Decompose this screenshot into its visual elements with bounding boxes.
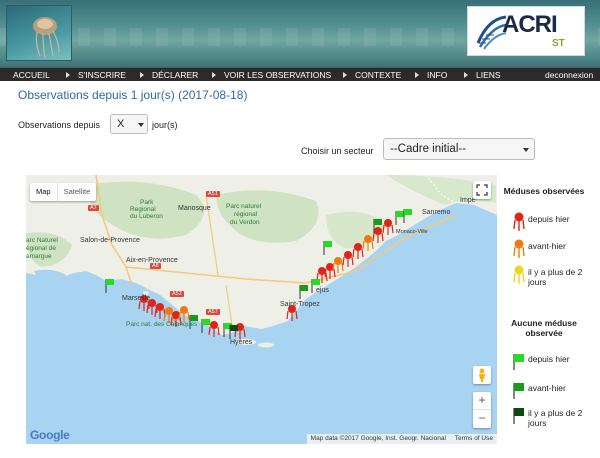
map-data-credit: Map data ©2017 Google, Inst. Geogr. Naci… xyxy=(310,435,446,442)
map-label-regional: Regional xyxy=(130,206,156,213)
chevron-down-icon xyxy=(523,148,529,152)
nav-info[interactable]: INFO xyxy=(427,68,447,82)
logo-text: ACRI xyxy=(502,11,558,38)
map-label-marseille: Marseille xyxy=(122,295,151,302)
nav-arrow-icon xyxy=(140,72,144,78)
legend-flag-recent-label: depuis hier xyxy=(528,354,570,364)
map-attribution: Map data ©2017 Google, Inst. Geogr. Naci… xyxy=(306,434,497,444)
google-logo[interactable]: Google xyxy=(30,428,70,442)
nav-arrow-icon xyxy=(464,72,468,78)
legend-jelly-day-before-label: avant-hier xyxy=(528,241,566,251)
legend-jelly-title: Méduses observées xyxy=(503,186,585,196)
flag-light-green-icon xyxy=(513,354,524,370)
nav-arrow-icon xyxy=(212,72,216,78)
map-road-a57: A57 xyxy=(206,309,220,315)
nav-voir-les-observations[interactable]: VOIR LES OBSERVATIONS xyxy=(224,68,331,82)
map-road-a51: A51 xyxy=(206,191,220,197)
flag-green-icon xyxy=(513,383,524,399)
fullscreen-button[interactable] xyxy=(473,181,491,199)
main-navigation: ACCUEIL S'INSCRIRE DÉCLARER VOIR LES OBS… xyxy=(0,67,600,81)
map-type-map-button[interactable]: Map xyxy=(30,183,57,201)
nav-liens[interactable]: LIENS xyxy=(476,68,501,82)
map-road-a8: A8 xyxy=(150,263,161,269)
observation-map[interactable]: Park Regional du Luberon Manosque Parc n… xyxy=(26,175,497,444)
jelly-orange-icon xyxy=(513,239,525,258)
map-label-verdon-1: Parc naturel xyxy=(226,203,262,210)
map-label-luberon: du Luberon xyxy=(130,213,163,220)
map-legend: Méduses observées depuis hier avant-hier… xyxy=(500,182,600,452)
terms-link[interactable]: Terms of Use xyxy=(455,435,493,442)
map-label-hyeres: Hyères xyxy=(230,339,253,346)
nav-contexte[interactable]: CONTEXTE xyxy=(355,68,401,82)
map-label-camargue-3: amargue xyxy=(26,253,52,260)
map-label-calanques: Parc nat. des Calanques xyxy=(126,321,198,328)
page-title: Observations depuis 1 jour(s) (2017-08-1… xyxy=(18,88,248,102)
days-label: Observations depuis xyxy=(18,120,101,130)
zoom-control: + − xyxy=(473,392,491,428)
sector-select[interactable]: --Cadre initial-- xyxy=(383,138,535,160)
sector-select-value: --Cadre initial-- xyxy=(390,143,467,155)
legend-flag-older-label: il y a plus de 2 jours xyxy=(528,408,583,428)
legend-jelly-day-before: avant-hier xyxy=(512,239,592,263)
map-label-camargue-2: égional de xyxy=(26,245,56,252)
jellyfish-photo xyxy=(6,5,72,61)
map-label-frejus: ejus xyxy=(316,287,329,294)
map-label-salon: Salon-de-Provence xyxy=(80,237,140,244)
map-type-control: Map Satellite xyxy=(30,183,97,201)
map-label-verdon-2: régional xyxy=(234,211,258,218)
acri-st-logo[interactable]: ACRI ST xyxy=(467,6,585,56)
sector-label: Choisir un secteur xyxy=(301,146,374,156)
street-view-button[interactable] xyxy=(473,366,491,384)
days-suffix: jour(s) xyxy=(152,120,178,130)
nav-declarer[interactable]: DÉCLARER xyxy=(152,68,198,82)
legend-jelly-older-label: il y a plus de 2 jours xyxy=(528,267,583,287)
nav-arrow-icon xyxy=(415,72,419,78)
page: ACRI ST ACCUEIL S'INSCRIRE DÉCLARER VOIR… xyxy=(0,0,600,458)
logout-link[interactable]: deconnexion xyxy=(545,68,593,82)
map-label-verdon-3: du Verdon xyxy=(230,219,260,226)
nav-arrow-icon xyxy=(343,72,347,78)
map-road-a7: A7 xyxy=(88,205,99,211)
logo-subtext: ST xyxy=(552,38,565,49)
map-road-a52: A52 xyxy=(170,291,184,297)
nav-sinscrire[interactable]: S'INSCRIRE xyxy=(78,68,126,82)
jelly-yellow-icon xyxy=(513,265,525,284)
days-select-value: X xyxy=(117,118,125,130)
nav-arrow-icon xyxy=(66,72,70,78)
zoom-in-button[interactable]: + xyxy=(473,392,491,410)
jelly-red-icon xyxy=(513,212,525,231)
legend-jelly-recent: depuis hier xyxy=(512,212,592,236)
fullscreen-icon xyxy=(476,184,488,196)
legend-flag-day-before: avant-hier xyxy=(512,381,592,405)
map-label-camargue-1: arc Naturel xyxy=(26,237,58,244)
legend-flag-older: il y a plus de 2 jours xyxy=(512,406,592,430)
legend-none-title: Aucune méduse observée xyxy=(511,318,577,338)
map-label-sanremo: Sanremo xyxy=(422,209,451,216)
zoom-out-button[interactable]: − xyxy=(473,410,491,428)
legend-jelly-older: il y a plus de 2 jours xyxy=(512,265,592,289)
map-type-satellite-button[interactable]: Satellite xyxy=(56,183,97,201)
map-label-st-tropez: Saint-Tropez xyxy=(280,301,320,308)
map-label-park: Park xyxy=(140,199,154,206)
map-label-manosque: Manosque xyxy=(178,205,211,212)
legend-flag-day-before-label: avant-hier xyxy=(528,383,566,393)
legend-jelly-recent-label: depuis hier xyxy=(528,214,570,224)
map-label-monaco: Monaco-Ville xyxy=(396,229,428,235)
flag-dark-green-icon xyxy=(513,408,524,424)
legend-flag-recent: depuis hier xyxy=(512,352,592,376)
nav-accueil[interactable]: ACCUEIL xyxy=(13,68,50,82)
pegman-icon xyxy=(479,368,485,382)
header-banner: ACRI ST xyxy=(0,0,600,67)
chevron-down-icon xyxy=(138,123,144,127)
days-select[interactable]: X xyxy=(110,114,148,134)
